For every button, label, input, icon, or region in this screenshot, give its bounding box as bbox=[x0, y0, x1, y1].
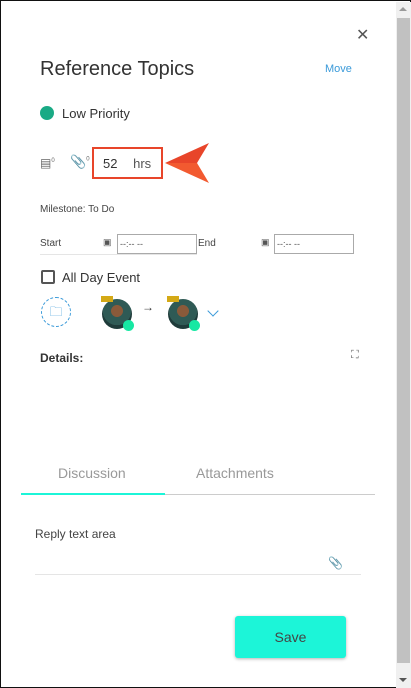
folder-icon[interactable]: 🗀 bbox=[41, 297, 71, 327]
reply-textarea[interactable]: Reply text area bbox=[35, 527, 116, 541]
expand-icon[interactable]: ⛶ bbox=[351, 349, 359, 362]
start-time-input[interactable]: --:-- -- bbox=[117, 234, 197, 254]
divider bbox=[35, 574, 361, 575]
end-time-input[interactable]: --:-- -- bbox=[274, 234, 354, 254]
active-tab-indicator bbox=[21, 493, 165, 495]
start-label: Start bbox=[40, 238, 62, 249]
details-label: Details: bbox=[40, 351, 84, 365]
all-day-checkbox[interactable] bbox=[41, 270, 55, 284]
milestone-label: Milestone: To Do bbox=[40, 204, 115, 215]
paperclip-icon[interactable]: 📎0 bbox=[70, 154, 90, 170]
page-title: Reference Topics bbox=[40, 58, 195, 80]
scrollbar-thumb[interactable] bbox=[397, 18, 410, 663]
tab-attachments[interactable]: Attachments bbox=[196, 465, 274, 481]
hours-value[interactable]: 52 bbox=[103, 156, 117, 171]
end-label: End bbox=[198, 238, 216, 249]
notes-icon[interactable]: ▤0 bbox=[40, 156, 55, 170]
calendar-icon[interactable]: ▣ bbox=[103, 237, 112, 248]
priority-dot-icon bbox=[40, 106, 54, 120]
paperclip-icon[interactable]: 📎 bbox=[328, 556, 343, 570]
save-button[interactable]: Save bbox=[235, 616, 346, 658]
avatar[interactable] bbox=[101, 296, 134, 331]
close-icon[interactable]: ✕ bbox=[356, 25, 369, 45]
arrow-pointer-icon bbox=[165, 143, 209, 183]
avatar[interactable] bbox=[167, 296, 200, 331]
move-link[interactable]: Move bbox=[325, 63, 352, 75]
scrollbar[interactable] bbox=[396, 2, 411, 688]
calendar-icon[interactable]: ▣ bbox=[261, 237, 270, 248]
all-day-label: All Day Event bbox=[62, 270, 141, 285]
tab-discussion[interactable]: Discussion bbox=[58, 465, 126, 481]
chevron-down-icon[interactable] bbox=[207, 305, 219, 317]
arrow-right-icon: → bbox=[142, 300, 154, 314]
scroll-up-icon[interactable] bbox=[399, 7, 407, 11]
priority-label[interactable]: Low Priority bbox=[62, 106, 130, 121]
divider bbox=[40, 254, 197, 255]
scroll-down-icon[interactable] bbox=[399, 678, 407, 682]
hours-unit: hrs bbox=[133, 156, 152, 171]
hours-field[interactable]: 52 hrs bbox=[92, 147, 163, 179]
task-panel: ✕ Reference Topics Move Low Priority ▤0 … bbox=[0, 0, 411, 688]
